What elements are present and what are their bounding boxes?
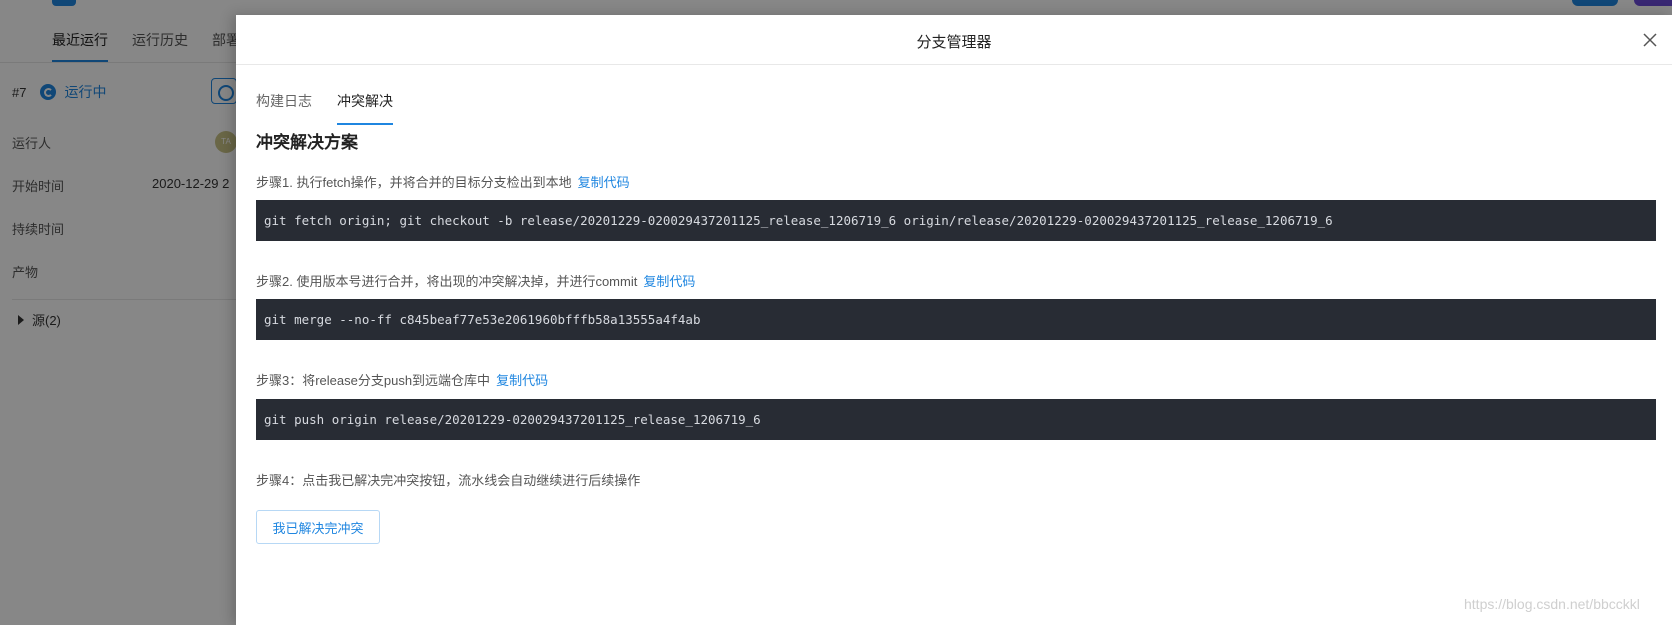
close-icon[interactable] [1642, 32, 1658, 48]
section-title: 冲突解决方案 [256, 133, 358, 152]
copy-code-link-step-1[interactable]: 复制代码 [578, 175, 630, 190]
step-1-label: 步骤1. 执行fetch操作，并将合并的目标分支检出到本地 [256, 175, 572, 190]
tab-conflict-resolution[interactable]: 冲突解决 [337, 91, 393, 111]
copy-code-link-step-3[interactable]: 复制代码 [496, 373, 548, 388]
drawer-header: 分支管理器 [236, 15, 1672, 65]
step-3-label-row: 步骤3：将release分支push到远端仓库中 复制代码 [256, 370, 548, 389]
resolved-conflict-button[interactable]: 我已解决完冲突 [256, 510, 380, 544]
copy-code-link-step-2[interactable]: 复制代码 [643, 274, 695, 289]
step-3-code: git push origin release/20201229-0200294… [256, 399, 1656, 440]
step-1-code: git fetch origin; git checkout -b releas… [256, 200, 1656, 241]
step-1-label-row: 步骤1. 执行fetch操作，并将合并的目标分支检出到本地 复制代码 [256, 172, 630, 191]
step-2-code: git merge --no-ff c845beaf77e53e2061960b… [256, 299, 1656, 340]
step-2-label-row: 步骤2. 使用版本号进行合并，将出现的冲突解决掉，并进行commit 复制代码 [256, 271, 695, 290]
active-tab-indicator [337, 123, 393, 125]
branch-manager-drawer: 分支管理器 构建日志 冲突解决 冲突解决方案 步骤1. 执行fetch操作，并将… [236, 15, 1672, 625]
step-4-label: 步骤4：点击我已解决完冲突按钮，流水线会自动继续进行后续操作 [256, 473, 641, 488]
step-2-label: 步骤2. 使用版本号进行合并，将出现的冲突解决掉，并进行commit [256, 274, 638, 289]
watermark: https://blog.csdn.net/bbcckkl [1464, 596, 1640, 612]
drawer-title: 分支管理器 [916, 34, 992, 51]
tab-build-log[interactable]: 构建日志 [256, 91, 312, 111]
step-3-label: 步骤3：将release分支push到远端仓库中 [256, 373, 491, 388]
